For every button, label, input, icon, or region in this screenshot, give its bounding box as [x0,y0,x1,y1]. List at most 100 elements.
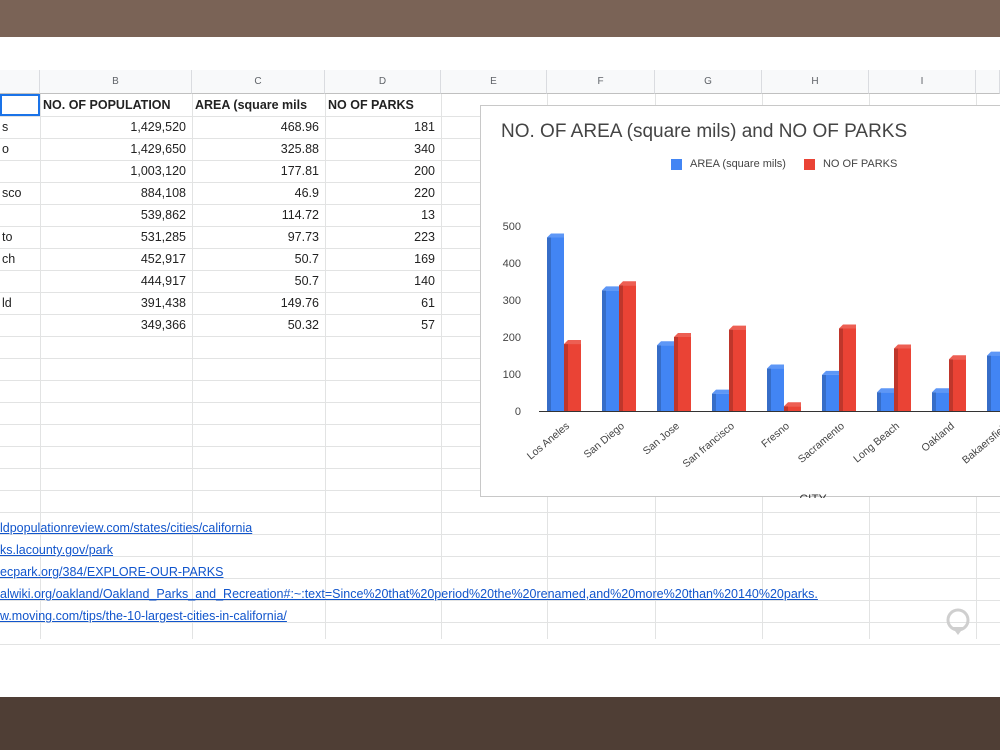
bar-area[interactable] [877,388,894,411]
bar-parks[interactable] [674,333,691,411]
y-tick-label: 100 [503,369,521,381]
column-header-i[interactable]: I [869,70,976,94]
embedded-chart[interactable]: NO. OF AREA (square mils) and NO OF PARK… [480,105,1000,498]
cell-city[interactable] [0,314,40,336]
x-tick-label: Long Beach [851,420,902,465]
cell-city[interactable] [0,160,40,182]
chart-plot: 0 100 200 300 400 500 Los Aneles San Diego San J… [503,221,1000,498]
header-parks[interactable]: NO OF PARKS [325,94,441,116]
selected-cell[interactable] [0,94,40,116]
cell-population[interactable]: 1,429,520 [40,116,192,138]
x-axis-title: CITY [799,492,826,498]
column-header-d[interactable]: D [325,70,441,94]
background-bottom [0,697,1000,750]
cell-parks[interactable]: 181 [325,116,441,138]
cell-population[interactable]: 1,003,120 [40,160,192,182]
bar-area[interactable] [932,388,949,411]
cell-area[interactable]: 149.76 [192,292,325,314]
cell-population[interactable]: 531,285 [40,226,192,248]
column-header-a[interactable] [0,70,40,94]
column-header-e[interactable]: E [441,70,547,94]
bar-parks[interactable] [949,355,966,411]
cell-parks[interactable]: 13 [325,204,441,226]
cell-area[interactable]: 114.72 [192,204,325,226]
grid-row-line [0,556,1000,557]
x-tick-label: Oakland [919,420,957,454]
cell-city[interactable]: to [0,226,40,248]
cell-area[interactable]: 50.7 [192,270,325,292]
cell-population[interactable]: 1,429,650 [40,138,192,160]
cell-area[interactable]: 325.88 [192,138,325,160]
source-link[interactable]: ldpopulationreview.com/states/cities/cal… [0,517,252,539]
bar-parks[interactable] [729,325,746,411]
bar-parks[interactable] [619,281,636,411]
y-tick-label: 0 [515,406,521,418]
x-tick-label: San Jose [641,420,682,457]
cell-parks[interactable]: 140 [325,270,441,292]
x-tick-label: Bakaersfield [960,420,1000,466]
column-header-g[interactable]: G [655,70,762,94]
bar-area[interactable] [602,286,619,411]
column-header-f[interactable]: F [547,70,655,94]
cell-population[interactable]: 884,108 [40,182,192,204]
cell-area[interactable]: 50.32 [192,314,325,336]
bar-parks[interactable] [839,324,856,411]
x-tick-label: San francisco [680,420,737,470]
cell-area[interactable]: 177.81 [192,160,325,182]
cell-parks[interactable]: 169 [325,248,441,270]
bar-parks[interactable] [784,402,801,411]
cell-population[interactable]: 444,917 [40,270,192,292]
cell-population[interactable]: 452,917 [40,248,192,270]
grid-row-line [0,512,1000,513]
header-population[interactable]: NO. OF POPULATION [40,94,192,116]
cell-parks[interactable]: 200 [325,160,441,182]
cell-population[interactable]: 539,862 [40,204,192,226]
cell-city[interactable]: s [0,116,40,138]
cell-parks[interactable]: 220 [325,182,441,204]
source-link[interactable]: w.moving.com/tips/the-10-largest-cities-… [0,605,287,627]
column-header-b[interactable]: B [40,70,192,94]
bar-area[interactable] [822,370,839,411]
bar-parks[interactable] [894,344,911,411]
cell-city[interactable]: sco [0,182,40,204]
source-link[interactable]: alwiki.org/oakland/Oakland_Parks_and_Rec… [0,583,818,605]
bar-area[interactable] [712,389,729,411]
watermark-icon [946,608,970,635]
cell-city[interactable]: o [0,138,40,160]
cell-parks[interactable]: 340 [325,138,441,160]
x-tick-label: San Diego [582,420,627,461]
y-tick-label: 500 [503,221,521,233]
grid-row-line [0,644,1000,645]
cell-city[interactable]: ch [0,248,40,270]
grid-column-line [441,94,442,639]
bar-area[interactable] [767,364,784,411]
spreadsheet: B C D E F G H I NO. OF POPULATION AREA (… [0,37,1000,697]
bar-area[interactable] [547,233,564,411]
cell-population[interactable]: 349,366 [40,314,192,336]
cell-parks[interactable]: 61 [325,292,441,314]
x-tick-label: Sacramento [796,420,847,466]
bar-area[interactable] [987,351,1000,411]
cell-city[interactable] [0,204,40,226]
x-tick-label: Fresno [759,420,792,450]
cell-area[interactable]: 46.9 [192,182,325,204]
cell-parks[interactable]: 57 [325,314,441,336]
column-header-c[interactable]: C [192,70,325,94]
header-area[interactable]: AREA (square mils [192,94,325,116]
y-tick-label: 300 [503,295,521,307]
column-header-j[interactable] [976,70,1000,94]
cell-area[interactable]: 50.7 [192,248,325,270]
cell-parks[interactable]: 223 [325,226,441,248]
column-header-h[interactable]: H [762,70,869,94]
source-link[interactable]: ecpark.org/384/EXPLORE-OUR-PARKS [0,561,223,583]
bar-parks[interactable] [564,340,581,411]
cell-city[interactable]: ld [0,292,40,314]
cell-population[interactable]: 391,438 [40,292,192,314]
cell-area[interactable]: 468.96 [192,116,325,138]
cell-area[interactable]: 97.73 [192,226,325,248]
source-link[interactable]: ks.lacounty.gov/park [0,539,113,561]
cell-city[interactable] [0,270,40,292]
x-tick-label: Los Aneles [525,420,572,462]
y-tick-label: 400 [503,258,521,270]
bar-area[interactable] [657,341,674,411]
